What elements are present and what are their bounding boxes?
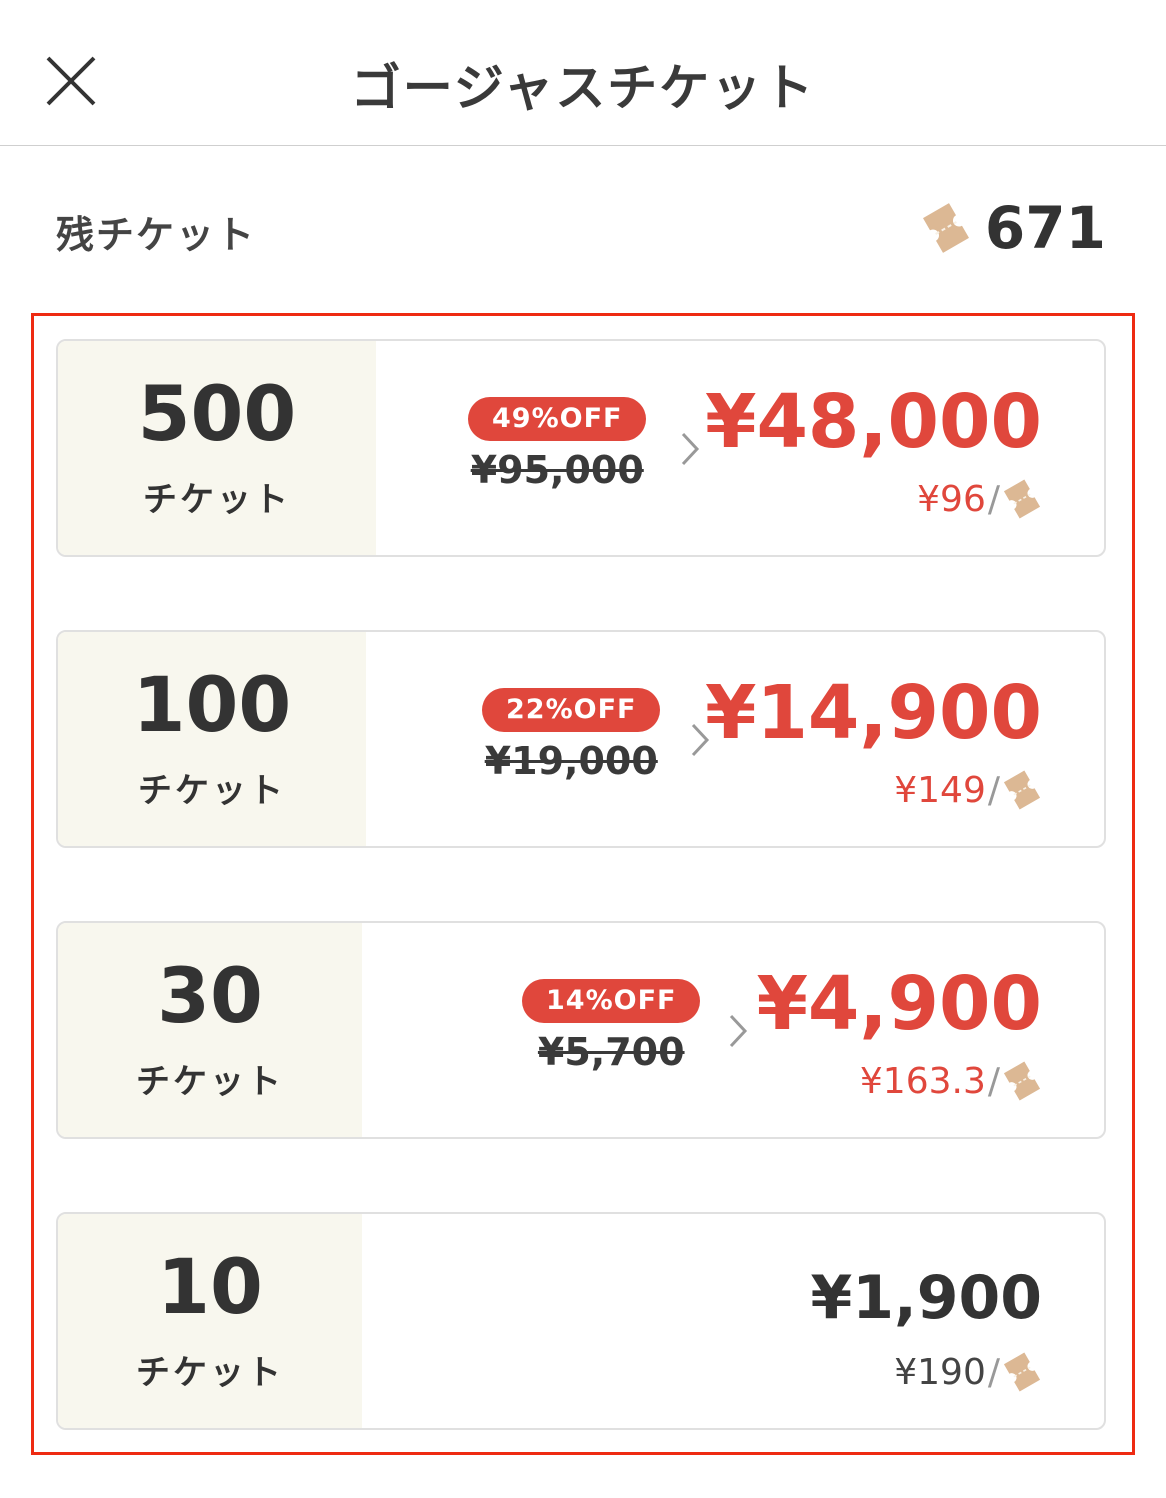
plan-quantity-panel: 100 チケット bbox=[58, 632, 366, 846]
discount-block: 14%OFF ¥5,700 bbox=[522, 979, 701, 1074]
remaining-tickets-label: 残チケット bbox=[56, 213, 257, 257]
plan-unit-label: チケット bbox=[136, 1061, 284, 1102]
discount-block: 22%OFF ¥19,000 bbox=[482, 688, 661, 783]
original-price: ¥19,000 bbox=[484, 739, 658, 783]
per-ticket-slash: / bbox=[987, 1060, 1000, 1102]
plan-quantity: 30 bbox=[157, 950, 263, 1040]
original-price: ¥95,000 bbox=[470, 448, 644, 492]
ticket-icon bbox=[1003, 770, 1041, 810]
plan-price: ¥48,000 bbox=[704, 379, 1042, 465]
plan-quantity: 10 bbox=[157, 1241, 263, 1331]
plan-30[interactable]: 30 チケット 14%OFF ¥5,700 ¥4,900 ¥163.3 / bbox=[56, 921, 1106, 1139]
discount-badge: 22%OFF bbox=[482, 688, 661, 732]
page-title: ゴージャスチケット bbox=[350, 59, 816, 117]
price-per-ticket-value: ¥96 bbox=[917, 478, 986, 520]
plan-quantity-panel: 10 チケット bbox=[58, 1214, 362, 1428]
ticket-icon bbox=[922, 203, 969, 253]
price-per-ticket-value: ¥190 bbox=[894, 1351, 986, 1393]
plan-unit-label: チケット bbox=[143, 479, 291, 520]
plan-quantity: 100 bbox=[132, 659, 292, 749]
price-per-ticket: ¥190 / bbox=[894, 1350, 1042, 1394]
remaining-tickets-count: 671 bbox=[984, 194, 1106, 262]
plan-10[interactable]: 10 チケット ¥1,900 ¥190 / bbox=[56, 1212, 1106, 1430]
plan-500[interactable]: 500 チケット 49%OFF ¥95,000 ¥48,000 ¥96 / bbox=[56, 339, 1106, 557]
ticket-icon bbox=[1003, 1352, 1041, 1392]
plan-quantity-panel: 500 チケット bbox=[58, 341, 376, 555]
price-per-ticket-value: ¥163.3 bbox=[859, 1060, 986, 1102]
remaining-tickets-row: 残チケット 671 bbox=[56, 190, 1106, 270]
plan-quantity: 500 bbox=[137, 368, 297, 458]
price-per-ticket-value: ¥149 bbox=[894, 769, 986, 811]
plan-quantity-panel: 30 チケット bbox=[58, 923, 362, 1137]
plan-unit-label: チケット bbox=[136, 1352, 284, 1393]
plan-price: ¥4,900 bbox=[756, 961, 1042, 1047]
price-per-ticket: ¥96 / bbox=[917, 477, 1042, 521]
original-price: ¥5,700 bbox=[537, 1030, 685, 1074]
per-ticket-slash: / bbox=[987, 478, 1000, 520]
per-ticket-slash: / bbox=[987, 1351, 1000, 1393]
plan-100[interactable]: 100 チケット 22%OFF ¥19,000 ¥14,900 ¥149 / bbox=[56, 630, 1106, 848]
discount-badge: 49%OFF bbox=[468, 397, 647, 441]
price-per-ticket: ¥149 / bbox=[894, 768, 1042, 812]
remaining-tickets-value: 671 bbox=[921, 194, 1106, 262]
plan-price: ¥1,900 bbox=[810, 1263, 1042, 1333]
discount-badge: 14%OFF bbox=[522, 979, 701, 1023]
plan-price: ¥14,900 bbox=[704, 670, 1042, 756]
plan-unit-label: チケット bbox=[138, 770, 286, 811]
chevron-right-icon bbox=[729, 1014, 748, 1048]
ticket-icon bbox=[1003, 1061, 1041, 1101]
chevron-right-icon bbox=[681, 432, 700, 466]
price-per-ticket: ¥163.3 / bbox=[860, 1059, 1042, 1103]
header-bar: ゴージャスチケット bbox=[0, 0, 1166, 146]
discount-block: 49%OFF ¥95,000 bbox=[468, 397, 647, 492]
per-ticket-slash: / bbox=[987, 769, 1000, 811]
ticket-icon bbox=[1003, 479, 1041, 519]
